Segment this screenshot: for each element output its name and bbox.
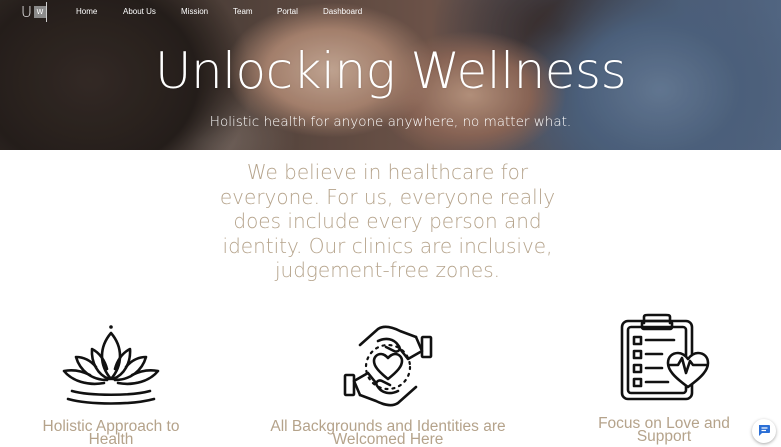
nav-dashboard[interactable]: Dashboard <box>323 7 362 16</box>
nav-home[interactable]: Home <box>76 7 97 16</box>
hero-banner: U W Home About Us Mission Team Portal Da… <box>0 0 781 150</box>
hero-title: Unlocking Wellness <box>154 42 627 100</box>
logo-letter-u: U <box>21 3 32 21</box>
feature-label-love-support: Focus on Love and Support <box>598 415 730 445</box>
hero-subtitle: Holistic health for anyone anywhere, no … <box>209 114 572 130</box>
nav-portal[interactable]: Portal <box>277 7 298 16</box>
caring-hands-heart-icon <box>338 323 438 409</box>
feature-label-holistic: Holistic Approach to Health <box>42 418 180 447</box>
feature-label-backgrounds: All Backgrounds and Identities are Welco… <box>270 418 506 447</box>
site-logo[interactable]: U W <box>21 2 47 22</box>
nav-about-us[interactable]: About Us <box>123 7 156 16</box>
nav-team[interactable]: Team <box>233 7 253 16</box>
logo-letter-w: W <box>34 6 46 18</box>
clipboard-heartbeat-icon <box>618 313 712 403</box>
lotus-icon <box>60 323 162 409</box>
chat-button[interactable] <box>752 419 776 443</box>
chat-bubble-icon <box>757 422 771 441</box>
mission-statement: We believe in healthcare for everyone. F… <box>219 160 556 282</box>
nav-mission[interactable]: Mission <box>181 7 208 16</box>
